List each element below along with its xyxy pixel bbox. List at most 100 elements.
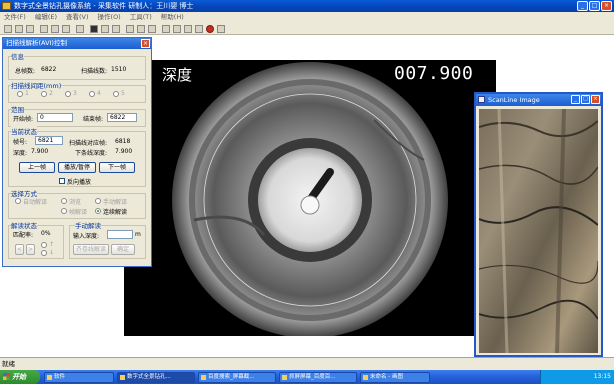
frame-number-label: 帧号: [13, 139, 28, 146]
scanline-window-icon [478, 96, 485, 103]
scanline-maximize-button[interactable]: □ [581, 95, 590, 104]
main-title-bar: 数字式全景钻孔摄像系统 - 采集软件 研制人：王川婴 博士 _ □ × [0, 0, 614, 12]
mode-radio-continuous[interactable] [95, 208, 101, 214]
decode-left-button[interactable]: < [15, 244, 24, 255]
menu-tools[interactable]: 工具(T) [130, 12, 152, 23]
manual-depth-input[interactable] [107, 230, 133, 239]
taskbar-item-baidu-search[interactable]: 百度搜索_屏幕截... [198, 371, 276, 383]
pause-icon[interactable] [162, 25, 170, 33]
browser-icon [282, 374, 287, 380]
scanline-image [479, 109, 598, 353]
menu-view[interactable]: 查看(V) [66, 12, 89, 23]
range-group-title: 范围 [11, 104, 24, 114]
scanline-close-button[interactable]: × [591, 95, 600, 104]
menu-help[interactable]: 帮助(H) [161, 12, 184, 23]
record-icon[interactable] [206, 25, 214, 33]
interval-option-2: 2 [49, 90, 53, 97]
window-title: 数字式全景钻孔摄像系统 - 采集软件 研制人：王川婴 博士 [14, 2, 194, 10]
play-pause-button[interactable]: 播放/暂停 [58, 162, 96, 173]
grid-icon[interactable] [112, 25, 120, 33]
play-icon[interactable] [173, 25, 181, 33]
taskbar-item-software[interactable]: 软件 [44, 371, 114, 383]
paste-icon[interactable] [62, 25, 70, 33]
borehole-viewer [124, 60, 496, 338]
confirm-button[interactable]: 确定 [111, 244, 135, 255]
current-depth-value: 7.900 [31, 148, 49, 155]
info-group-title: 信息 [11, 51, 24, 61]
scanline-frame-value: 6818 [115, 138, 131, 145]
scanline-image-window: ScanLine Image _ □ × [474, 92, 603, 357]
end-frame-input[interactable]: 6822 [107, 113, 137, 122]
decode-radio-down[interactable] [41, 250, 47, 256]
taskbar-item-borehole[interactable]: 数字式全景钻孔... [117, 371, 195, 383]
reverse-play-label: 反向播放 [67, 179, 92, 186]
scanline-decode-button[interactable]: 齐卷线解读 [73, 244, 109, 255]
interval-option-1: 1 [25, 90, 29, 97]
stop-icon[interactable] [184, 25, 192, 33]
zoom-icon[interactable] [126, 25, 134, 33]
frame-number-input[interactable]: 6821 [35, 136, 63, 145]
system-tray: 13:15 [540, 370, 614, 384]
interval-radio-5[interactable] [113, 91, 119, 97]
scan-lines-value: 1510 [111, 66, 127, 73]
match-rate-label: 匹配率: [13, 232, 34, 239]
status-bar: 就绪 [0, 357, 614, 370]
decode-radio-up[interactable] [41, 242, 47, 248]
folder-icon [47, 374, 52, 380]
menu-file[interactable]: 文件(F) [4, 12, 26, 23]
interval-radio-1[interactable] [17, 91, 23, 97]
copy-icon[interactable] [51, 25, 59, 33]
reverse-play-checkbox[interactable] [59, 178, 65, 184]
app-icon [2, 2, 11, 10]
start-frame-input[interactable]: 0 [37, 113, 73, 122]
browser-icon [201, 374, 206, 380]
interval-radio-4[interactable] [89, 91, 95, 97]
settings-icon[interactable] [148, 25, 156, 33]
toolbar [0, 23, 614, 35]
mode-option-manual: 手动解译 [103, 199, 128, 206]
print-icon[interactable] [76, 25, 84, 33]
open-icon[interactable] [15, 25, 23, 33]
dialog-close-button[interactable]: × [141, 39, 150, 48]
start-button[interactable]: 开始 [0, 370, 40, 384]
mode-radio-frame[interactable] [61, 208, 67, 214]
decode-right-button[interactable]: > [26, 244, 35, 255]
dialog-title: 扫描线解析(AVI)控制 [3, 38, 151, 49]
mode-radio-browse[interactable] [61, 198, 67, 204]
menu-bar: 文件(F) 编辑(E) 查看(V) 操作(O) 工具(T) 帮助(H) [0, 12, 614, 23]
status-text: 就绪 [2, 360, 15, 368]
taskbar-item-label: 数字式全景钻孔... [127, 373, 171, 380]
scanline-minimize-button[interactable]: _ [571, 95, 580, 104]
interval-radio-2[interactable] [41, 91, 47, 97]
taskbar-item-paint[interactable]: 未命名 - 画图 [360, 371, 430, 383]
menu-edit[interactable]: 编辑(E) [35, 12, 57, 23]
menu-operate[interactable]: 操作(O) [98, 12, 121, 23]
start-label: 开始 [12, 373, 26, 381]
capture-icon[interactable] [90, 25, 98, 33]
close-button[interactable]: × [601, 1, 612, 11]
borehole-image [124, 60, 496, 338]
cut-icon[interactable] [40, 25, 48, 33]
image-icon[interactable] [137, 25, 145, 33]
frame-icon[interactable] [101, 25, 109, 33]
mode-radio-manual[interactable] [95, 198, 101, 204]
interval-radio-3[interactable] [65, 91, 71, 97]
mode-radio-auto[interactable] [15, 198, 21, 204]
current-depth-label: 深度: [13, 150, 28, 157]
taskbar-item-baidu-baike[interactable]: 抓屏屏幕_百度百... [279, 371, 357, 383]
new-icon[interactable] [4, 25, 12, 33]
export-icon[interactable] [195, 25, 203, 33]
minimize-button[interactable]: _ [577, 1, 588, 11]
current-status-title: 当前状态 [11, 126, 37, 136]
help-icon[interactable] [217, 25, 225, 33]
prev-frame-button[interactable]: 上一帧 [19, 162, 55, 173]
maximize-button[interactable]: □ [589, 1, 600, 11]
next-frame-button[interactable]: 下一帧 [99, 162, 135, 173]
mode-option-auto: 自动解译 [23, 199, 48, 206]
decode-radio-down-label: ↓ [49, 249, 55, 256]
save-icon[interactable] [26, 25, 34, 33]
scan-lines-label: 扫描线数: [81, 68, 108, 75]
next-depth-label: 下条线深度: [75, 150, 108, 157]
decode-status-title: 解读状态 [11, 220, 37, 230]
total-frames-label: 总帧数: [15, 68, 36, 75]
